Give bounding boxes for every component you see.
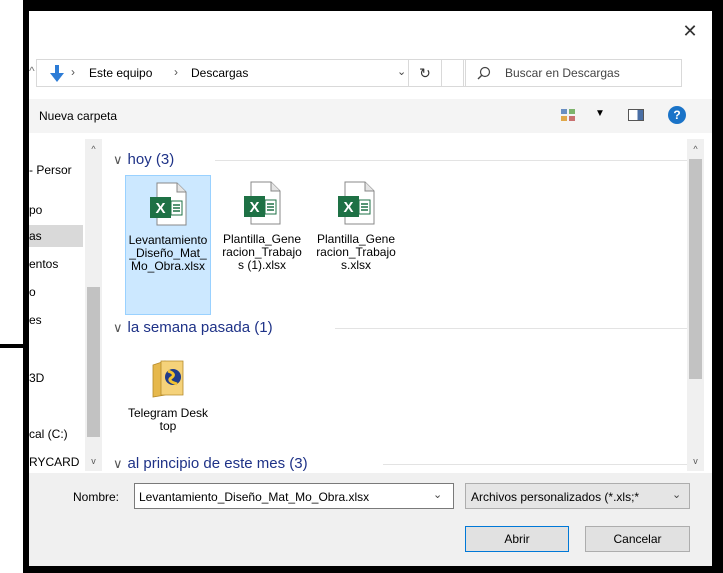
group-chevron-icon: ∨ <box>113 320 123 335</box>
folder-icon <box>152 360 184 398</box>
group-chevron-icon: ∨ <box>113 456 123 471</box>
frame-top-border <box>23 0 723 11</box>
close-button[interactable]: ✕ <box>678 19 702 43</box>
nav-scrollbar[interactable]: ^ v <box>85 139 102 471</box>
nav-item-memorycard[interactable]: RYCARD <box>29 451 79 471</box>
group-divider <box>383 464 687 465</box>
help-icon[interactable]: ? <box>668 106 686 124</box>
breadcrumb-este-equipo[interactable]: Este equipo <box>89 66 152 80</box>
new-folder-button[interactable]: Nueva carpeta <box>39 109 117 123</box>
file-item[interactable]: X Levantamiento_Diseño_Mat_Mo_Obra.xlsx <box>125 175 211 315</box>
group-header-this-month[interactable]: ∨ al principio de este mes (3) <box>113 453 308 471</box>
nav-item-3d-objects[interactable]: 3D <box>29 367 44 389</box>
nav-item-user[interactable]: - Persor <box>29 159 72 181</box>
nav-item-images[interactable]: o <box>29 281 36 303</box>
nav-item-local-disk[interactable]: cal (C:) <box>29 423 68 445</box>
nav-item-music[interactable]: es <box>29 309 42 331</box>
group-header-label: al principio de este mes (3) <box>127 455 308 471</box>
file-item[interactable]: X Plantilla_Generacion_Trabajos (1).xlsx <box>219 175 305 276</box>
scroll-down-icon[interactable]: v <box>85 453 102 470</box>
filetype-select[interactable]: Archivos personalizados (*.xls;* <box>465 483 690 509</box>
background-line <box>0 344 30 348</box>
breadcrumb-descargas[interactable]: Descargas <box>191 66 248 80</box>
frame-right-border <box>712 0 723 573</box>
address-toolbar: ^ › Este equipo › Descargas ⌄ ↻ Buscar e… <box>29 57 712 89</box>
frame-bottom-border <box>23 566 723 573</box>
open-button[interactable]: Abrir <box>465 526 569 552</box>
save-dialog: ✕ ^ › Este equipo › Descargas ⌄ ↻ Buscar… <box>29 11 712 566</box>
group-header-last-week[interactable]: ∨ la semana pasada (1) <box>113 317 273 339</box>
filetype-dropdown-icon[interactable]: ⌄ <box>672 488 681 501</box>
nav-item-downloads[interactable]: as <box>29 225 83 247</box>
excel-icon: X <box>244 181 281 225</box>
preview-pane-icon[interactable] <box>628 109 644 121</box>
download-arrow-icon <box>50 65 64 82</box>
svg-text:X: X <box>343 199 353 216</box>
filename-label: Nombre: <box>73 490 120 504</box>
breadcrumb-separator: › <box>71 65 75 79</box>
excel-icon: X <box>150 182 187 226</box>
address-bar[interactable]: › Este equipo › Descargas ⌄ <box>36 59 466 87</box>
filename-dropdown-icon[interactable]: ⌄ <box>433 488 442 501</box>
file-item[interactable]: Telegram Desktop <box>125 349 211 437</box>
file-name: Telegram Desktop <box>127 406 209 433</box>
cancel-button[interactable]: Cancelar <box>585 526 690 552</box>
file-list: ∨ hoy (3) X Levantamiento_Diseño_Mat_Mo_O… <box>105 139 693 471</box>
excel-icon: X <box>338 181 375 225</box>
group-divider <box>335 328 687 329</box>
search-placeholder: Buscar en Descargas <box>505 66 620 80</box>
nav-scrollbar-thumb[interactable] <box>87 287 100 437</box>
group-header-label: hoy (3) <box>127 151 175 168</box>
search-icon <box>477 66 491 80</box>
navigation-pane: - Persor po as entos o es 3D cal (C:) RY… <box>29 139 103 471</box>
nav-item-documents[interactable]: entos <box>29 253 58 275</box>
view-dropdown-icon[interactable]: ▼ <box>595 108 605 119</box>
search-input[interactable]: Buscar en Descargas <box>463 59 682 87</box>
command-bar: Nueva carpeta ▼ ? <box>29 99 712 133</box>
svg-text:X: X <box>249 199 259 216</box>
bottom-bar: Nombre: Levantamiento_Diseño_Mat_Mo_Obra… <box>29 473 712 566</box>
breadcrumb-separator: › <box>174 65 178 79</box>
address-dropdown-icon[interactable]: ⌄ <box>397 65 406 78</box>
file-list-scrollbar[interactable]: ^ v <box>687 139 704 471</box>
group-chevron-icon: ∨ <box>113 152 123 167</box>
scroll-up-icon[interactable]: ^ <box>687 141 704 158</box>
group-header-today[interactable]: ∨ hoy (3) <box>113 149 174 171</box>
scroll-down-icon[interactable]: v <box>687 453 704 470</box>
file-item[interactable]: X Plantilla_Generacion_Trabajos.xlsx <box>313 175 399 276</box>
svg-text:X: X <box>155 200 165 217</box>
scroll-up-icon[interactable]: ^ <box>85 141 102 158</box>
filename-input[interactable]: Levantamiento_Diseño_Mat_Mo_Obra.xlsx <box>134 483 454 509</box>
file-name: Plantilla_Generacion_Trabajos (1).xlsx <box>222 232 302 272</box>
group-header-label: la semana pasada (1) <box>127 319 273 336</box>
view-options-icon[interactable] <box>561 109 575 121</box>
refresh-button[interactable]: ↻ <box>408 59 442 87</box>
group-divider <box>215 160 687 161</box>
file-list-scrollbar-thumb[interactable] <box>689 159 702 379</box>
file-name: Levantamiento_Diseño_Mat_Mo_Obra.xlsx <box>128 233 208 273</box>
nav-item-desktop[interactable]: po <box>29 199 42 221</box>
file-name: Plantilla_Generacion_Trabajos.xlsx <box>316 232 396 272</box>
